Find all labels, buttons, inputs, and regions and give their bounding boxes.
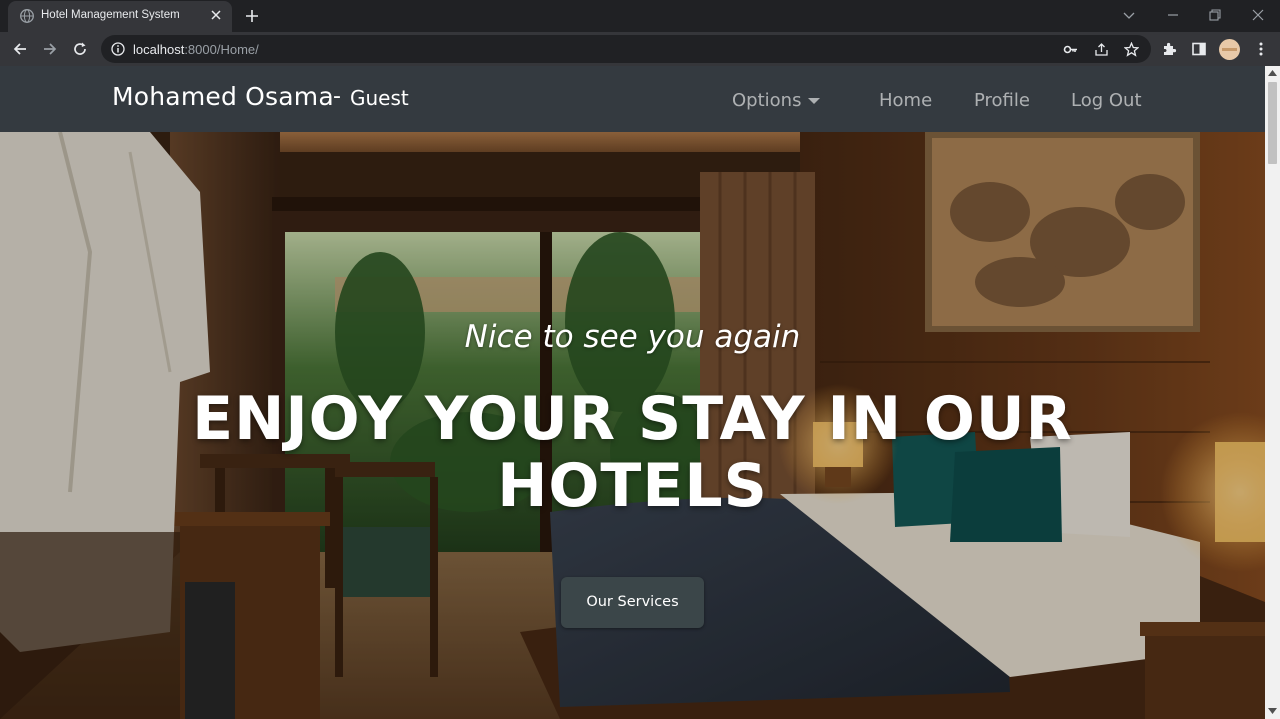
plus-icon[interactable]	[244, 8, 260, 24]
globe-icon	[20, 9, 34, 23]
chevron-down-icon[interactable]	[1122, 8, 1136, 22]
forward-icon[interactable]	[42, 41, 58, 57]
url-text: localhost:8000/Home/	[133, 42, 259, 57]
brand-user-role: Guest	[350, 86, 409, 110]
sidebar-icon[interactable]	[1191, 41, 1207, 57]
page-viewport: Mohamed Osama - Guest Options Home Profi…	[0, 66, 1265, 719]
minimize-icon[interactable]	[1166, 8, 1180, 22]
close-icon[interactable]	[1251, 8, 1265, 22]
tab-title: Hotel Management System	[41, 9, 180, 21]
puzzle-icon[interactable]	[1161, 41, 1177, 57]
avatar[interactable]	[1219, 39, 1240, 60]
our-services-button[interactable]: Our Services	[561, 577, 704, 628]
scrollbar-thumb[interactable]	[1268, 82, 1277, 164]
hero-heading: ENJOY YOUR STAY IN OUR HOTELS	[192, 384, 1073, 521]
info-icon[interactable]	[111, 42, 125, 56]
more-icon[interactable]	[1253, 41, 1269, 57]
caret-down-icon[interactable]	[808, 98, 820, 104]
brand-separator: -	[333, 84, 341, 109]
star-icon[interactable]	[1124, 42, 1139, 57]
brand-user-name[interactable]: Mohamed Osama	[112, 82, 334, 111]
hero-subheading: Nice to see you again	[464, 319, 801, 355]
nav-home-link[interactable]: Home	[879, 90, 932, 111]
site-navbar: Mohamed Osama - Guest Options Home Profi…	[0, 66, 1265, 132]
browser-tab[interactable]: Hotel Management System	[8, 1, 232, 32]
key-icon[interactable]	[1063, 42, 1078, 57]
scroll-up-icon[interactable]	[1268, 70, 1277, 76]
url-host: localhost	[133, 42, 185, 57]
nav-options-dropdown[interactable]: Options	[732, 90, 801, 111]
scroll-down-icon[interactable]	[1268, 708, 1277, 714]
browser-tabstrip: Hotel Management System	[0, 0, 1280, 32]
close-icon[interactable]	[210, 9, 222, 21]
url-path: :8000/Home/	[184, 42, 259, 57]
browser-toolbar: localhost:8000/Home/	[0, 32, 1280, 66]
share-icon[interactable]	[1094, 42, 1109, 57]
reload-icon[interactable]	[72, 41, 88, 57]
nav-profile-link[interactable]: Profile	[974, 90, 1030, 111]
back-icon[interactable]	[12, 41, 28, 57]
address-bar[interactable]: localhost:8000/Home/	[101, 35, 1151, 63]
nav-logout-link[interactable]: Log Out	[1071, 90, 1142, 111]
restore-icon[interactable]	[1208, 8, 1222, 22]
hero-section: Nice to see you again ENJOY YOUR STAY IN…	[0, 132, 1265, 719]
